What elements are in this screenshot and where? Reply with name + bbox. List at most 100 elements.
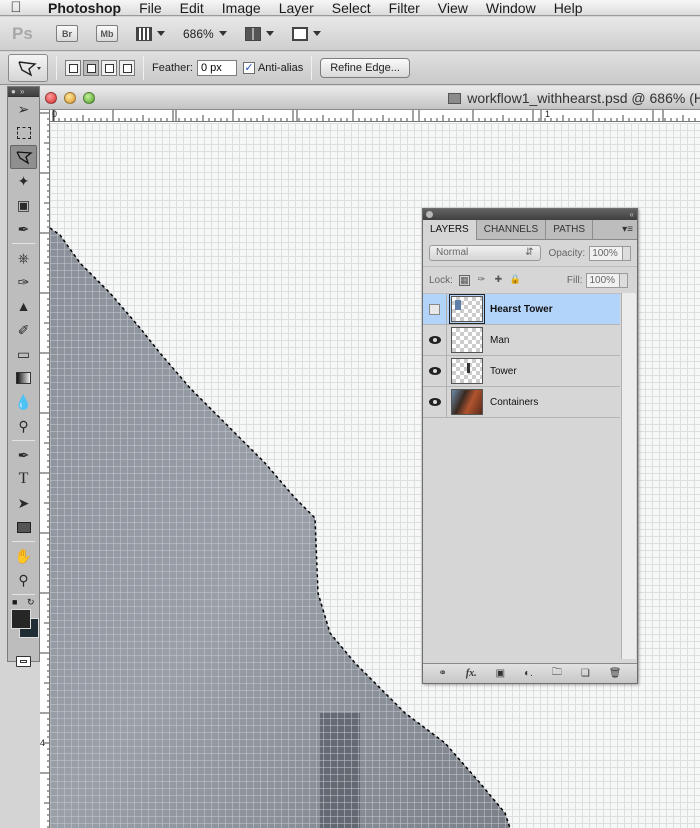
minimize-window-icon[interactable] (64, 91, 76, 104)
eye-icon (428, 398, 441, 406)
anti-alias-checkbox[interactable]: ✓ Anti-alias (242, 62, 303, 74)
layer-name: Containers (490, 396, 539, 408)
arrange-documents-button[interactable] (244, 26, 274, 41)
blur-tool-icon[interactable]: 💧 (8, 390, 39, 414)
path-selection-tool-icon[interactable]: ➤ (8, 491, 39, 515)
document-title-bar[interactable]: workflow1_withhearst.psd @ 686% (H (40, 86, 700, 110)
menu-image[interactable]: Image (213, 0, 270, 16)
eraser-tool-icon[interactable]: ▭ (8, 342, 39, 366)
screen-mode-button[interactable] (291, 26, 321, 41)
zoom-tool-icon[interactable]: ⚲ (8, 568, 39, 592)
add-to-selection-icon[interactable] (83, 60, 99, 76)
layer-style-icon[interactable]: fx. (466, 668, 477, 679)
eye-icon (428, 367, 441, 375)
menu-view[interactable]: View (429, 0, 477, 16)
lock-position-icon[interactable]: ✚ (493, 274, 504, 286)
panel-close-icon[interactable] (426, 211, 433, 218)
panel-menu-icon[interactable]: ▾≡ (622, 220, 637, 239)
menu-filter[interactable]: Filter (380, 0, 429, 16)
visibility-toggle[interactable] (423, 293, 447, 325)
eye-icon (428, 336, 441, 344)
lock-all-icon[interactable]: 🔒 (510, 274, 521, 286)
layer-row-man[interactable]: Man (423, 324, 620, 356)
opacity-slider-button[interactable] (623, 245, 631, 261)
tools-panel-header[interactable]: ● » (8, 87, 39, 97)
quick-mask-icon[interactable] (8, 649, 39, 673)
visibility-toggle[interactable] (423, 355, 447, 387)
visibility-toggle[interactable] (423, 386, 447, 418)
foreground-color-swatch[interactable] (11, 609, 31, 629)
refine-edge-button[interactable]: Refine Edge... (320, 58, 410, 78)
photoshop-logo: Ps (12, 23, 33, 43)
adjustment-layer-icon[interactable]: ◐. (524, 668, 533, 679)
swap-colors-icon[interactable]: ↻ (27, 597, 35, 608)
ruler-label-0: 0 (52, 110, 58, 119)
visibility-toggle[interactable] (423, 324, 447, 356)
spot-healing-tool-icon[interactable]: ⎈ (8, 246, 39, 270)
view-extras-button[interactable] (136, 26, 165, 41)
menu-file[interactable]: File (130, 0, 171, 16)
clone-stamp-tool-icon[interactable]: ▲ (8, 294, 39, 318)
tool-preset-picker[interactable] (8, 54, 48, 82)
layers-scrollbar[interactable] (621, 293, 636, 659)
gradient-tool-icon[interactable] (8, 366, 39, 390)
polygonal-lasso-tool-icon[interactable] (10, 145, 37, 169)
link-layers-icon[interactable]: ⚭ (438, 668, 446, 679)
type-tool-icon[interactable]: T (8, 467, 39, 491)
bridge-button[interactable]: Br (56, 25, 78, 42)
layer-row-containers[interactable]: Containers (423, 386, 620, 418)
tab-channels[interactable]: CHANNELS (477, 220, 547, 239)
dodge-tool-icon[interactable]: ⚲ (8, 414, 39, 438)
crop-tool-icon[interactable]: ▣ (8, 193, 39, 217)
divider (143, 56, 144, 80)
eyedropper-tool-icon[interactable]: ✒ (8, 217, 39, 241)
layer-thumbnail (451, 358, 483, 384)
brush-tool-icon[interactable]: ✑ (8, 270, 39, 294)
close-window-icon[interactable] (45, 91, 57, 104)
layer-row-tower[interactable]: Tower (423, 355, 620, 387)
tab-paths[interactable]: PATHS (546, 220, 594, 239)
layers-panel-header[interactable]: « (423, 209, 637, 220)
tab-layers[interactable]: LAYERS (423, 220, 477, 240)
hand-tool-icon[interactable]: ✋ (8, 544, 39, 568)
move-tool-icon[interactable]: ➢ (8, 97, 39, 121)
subtract-from-selection-icon[interactable] (101, 60, 117, 76)
menu-edit[interactable]: Edit (171, 0, 213, 16)
menu-layer[interactable]: Layer (270, 0, 323, 16)
layer-row-hearst-tower[interactable]: Hearst Tower (423, 293, 620, 325)
default-colors-icon[interactable]: ■ (12, 597, 17, 607)
add-mask-icon[interactable]: ▣ (496, 668, 505, 679)
layer-thumbnail (451, 327, 483, 353)
vertical-ruler[interactable]: 4 (40, 110, 50, 828)
rectangle-tool-icon[interactable] (8, 515, 39, 539)
new-layer-icon[interactable]: ❏ (581, 668, 590, 679)
intersect-selection-icon[interactable] (119, 60, 135, 76)
lock-image-icon[interactable]: ✑ (476, 274, 487, 286)
new-group-icon[interactable]: 🗀 (552, 665, 562, 682)
new-selection-icon[interactable] (65, 60, 81, 76)
blend-row: Normal ⇵ Opacity: 100% (423, 240, 637, 267)
menu-help[interactable]: Help (545, 0, 592, 16)
pen-tool-icon[interactable]: ✒ (8, 443, 39, 467)
fill-slider-button[interactable] (620, 272, 629, 288)
opacity-input[interactable]: 100% (589, 245, 624, 261)
panel-collapse-icon[interactable]: « (630, 210, 634, 219)
history-brush-tool-icon[interactable]: ✐ (8, 318, 39, 342)
feather-input[interactable] (196, 60, 237, 76)
menu-select[interactable]: Select (323, 0, 380, 16)
mini-bridge-button[interactable]: Mb (96, 25, 118, 42)
horizontal-ruler[interactable]: 0 1 (50, 110, 700, 122)
marquee-tool-icon[interactable] (8, 121, 39, 145)
delete-layer-icon[interactable]: 🗑 (609, 668, 622, 679)
apple-menu-icon[interactable]:  (0, 0, 32, 16)
zoom-level-select[interactable]: 686% (183, 27, 227, 41)
divider (56, 56, 57, 80)
quick-selection-tool-icon[interactable]: ✦ (8, 169, 39, 193)
blend-mode-select[interactable]: Normal ⇵ (429, 245, 541, 261)
zoom-window-icon[interactable] (83, 91, 95, 104)
menu-window[interactable]: Window (477, 0, 545, 16)
menu-app-name[interactable]: Photoshop (32, 0, 130, 16)
fill-input[interactable]: 100% (586, 272, 621, 288)
opacity-label: Opacity: (548, 247, 586, 259)
lock-transparency-icon[interactable]: ▦ (458, 274, 470, 286)
